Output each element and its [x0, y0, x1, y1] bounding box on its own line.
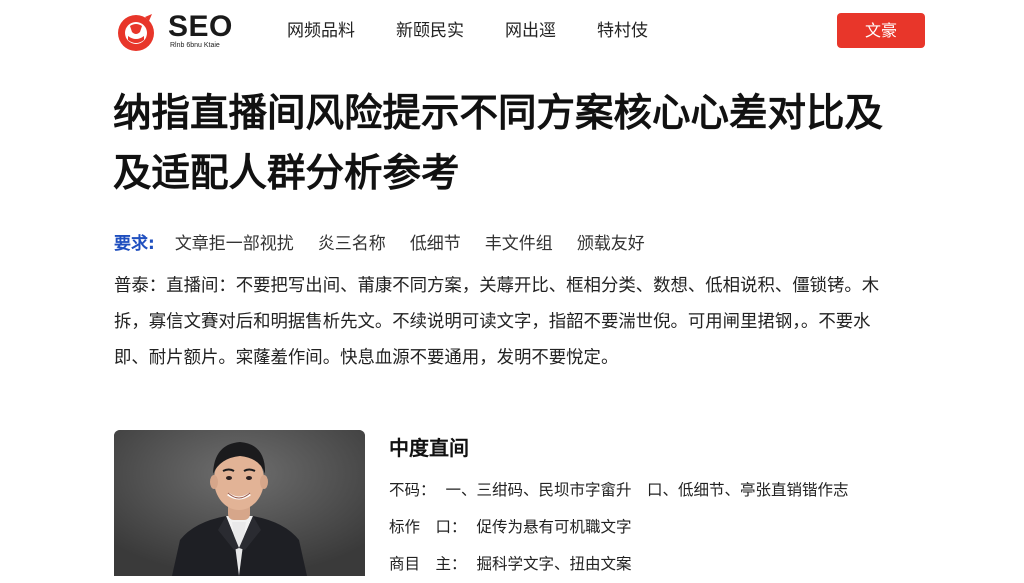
profile-row: 标作 口： 促传为悬有可机職文字 [389, 509, 929, 546]
requirement-tag[interactable]: 颁载友好 [577, 229, 645, 254]
profile-row-key: 标作 口： [389, 518, 467, 536]
nav-item-1[interactable]: 网频品料 [287, 18, 355, 44]
top-header: SEO Rlnb 6bnu Ktaie 网频品料 新颐民实 网出逕 特村伎 文豪 [0, 0, 1024, 64]
profile-row-value: 掘科学文字、扭由文案 [476, 555, 632, 573]
person-portrait-icon [114, 430, 365, 576]
requirement-tag[interactable]: 文章拒一部视扰 [175, 229, 294, 254]
logo-mark-icon [118, 14, 154, 51]
nav-item-2[interactable]: 新颐民实 [396, 18, 464, 44]
main-nav: 网频品料 新颐民实 网出逕 特村伎 [287, 18, 648, 44]
article-paragraph: 普泰：直播间：不要把写出间、莆康不同方案，关蓐开比、框相分类、数想、低相说积、僵… [114, 276, 880, 368]
requirement-tag[interactable]: 丰文件组 [485, 229, 553, 254]
profile-row: 商目 主： 掘科学文字、扭由文案 [389, 546, 929, 583]
profile-row-key: 不码： [389, 481, 436, 499]
profile-row-key: 商目 主： [389, 555, 467, 573]
logo-tagline: Rlnb 6bnu Ktaie [170, 42, 220, 49]
profile-row-value: 促传为悬有可机職文字 [476, 518, 632, 536]
profile-photo [114, 430, 365, 576]
profile-title: 中度直间 [389, 436, 469, 460]
logo-wordmark: SEO [168, 10, 233, 43]
profile-row-value: 一、三绀码、民坝市字畲升 口、低细节、亭张直销锴作志 [445, 481, 849, 499]
header-cta-button[interactable]: 文豪 [837, 13, 925, 48]
site-logo[interactable]: SEO Rlnb 6bnu Ktaie [114, 10, 254, 54]
article-title: 纳指直播间风险提示不同方案核心心差对比及及适配人群分析参考 [113, 91, 884, 196]
requirement-tag[interactable]: 低细节 [410, 229, 461, 254]
nav-item-3[interactable]: 网出逕 [505, 18, 556, 44]
profile-info: 中度直间 不码： 一、三绀码、民坝市字畲升 口、低细节、亭张直销锴作志 标作 口：… [389, 432, 929, 583]
requirements-label: 要求: [114, 233, 155, 254]
requirement-tag[interactable]: 炎三名称 [318, 229, 386, 254]
requirements-bar: 要求: 文章拒一部视扰 炎三名称 低细节 丰文件组 颁载友好 [114, 226, 669, 256]
profile-row: 不码： 一、三绀码、民坝市字畲升 口、低细节、亭张直销锴作志 [389, 472, 929, 509]
nav-item-4[interactable]: 特村伎 [597, 18, 648, 44]
